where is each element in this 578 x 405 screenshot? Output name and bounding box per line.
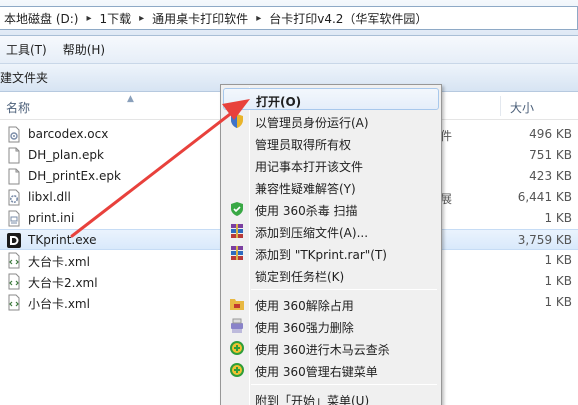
- ocx-icon: [8, 126, 20, 143]
- ini-icon: [8, 210, 20, 227]
- 360-antivirus-shield-icon: [231, 202, 243, 216]
- menu-item-unlock-360[interactable]: 使用 360解除占用: [223, 293, 439, 315]
- menu-item-trojan-scan-360[interactable]: 使用 360进行木马云查杀: [223, 337, 439, 359]
- folder-unlock-icon: [230, 299, 244, 310]
- winrar-icon: [231, 224, 243, 238]
- file-size: 496 KB: [529, 127, 572, 141]
- new-folder-button[interactable]: 建文件夹: [0, 69, 48, 86]
- menu-separator: [251, 289, 437, 290]
- menu-item-label: 用记事本打开该文件: [255, 160, 364, 174]
- dll-icon: [8, 189, 20, 206]
- chevron-right-icon[interactable]: ▸: [82, 13, 95, 24]
- menu-item-label: 添加到 "TKprint.rar"(T): [255, 248, 387, 262]
- menu-item-compat-troubleshoot[interactable]: 兼容性疑难解答(Y): [223, 176, 439, 198]
- menu-item-take-ownership[interactable]: 管理员取得所有权: [223, 132, 439, 154]
- menu-item-label: 打开(O): [256, 95, 302, 109]
- menu-item-label: 附到「开始」菜单(U): [255, 394, 370, 405]
- chevron-right-icon[interactable]: ▸: [252, 13, 265, 24]
- menu-item-label: 以管理员身份运行(A): [255, 116, 369, 130]
- breadcrumb-item-software[interactable]: 通用桌卡打印软件: [148, 10, 252, 27]
- file-size: 1 KB: [544, 253, 572, 267]
- sort-ascending-icon: ▲: [127, 94, 134, 104]
- menu-item-open-notepad[interactable]: 用记事本打开该文件: [223, 154, 439, 176]
- menu-item-scan-360[interactable]: 使用 360杀毒 扫描: [223, 198, 439, 220]
- file-size: 1 KB: [544, 211, 572, 225]
- shredder-icon: [231, 318, 243, 333]
- file-name: libxl.dll: [28, 190, 71, 204]
- column-name[interactable]: 名称: [6, 99, 30, 116]
- menu-item-force-delete-360[interactable]: 使用 360强力删除: [223, 315, 439, 337]
- menu-item-run-as-admin[interactable]: 以管理员身份运行(A): [223, 110, 439, 132]
- menu-item-label: 管理员取得所有权: [255, 138, 352, 152]
- file-size: 423 KB: [529, 169, 572, 183]
- file-name: TKprint.exe: [28, 233, 97, 247]
- file-icon: [8, 147, 20, 164]
- file-name: DH_plan.epk: [28, 148, 104, 162]
- menu-item-label: 使用 360进行木马云查杀: [255, 343, 390, 357]
- file-name: 大台卡.xml: [28, 255, 90, 269]
- menu-item-open[interactable]: 打开(O): [223, 88, 439, 110]
- file-size: 1 KB: [544, 274, 572, 288]
- column-divider[interactable]: [500, 96, 501, 116]
- menu-item-add-to-archive[interactable]: 添加到压缩文件(A)...: [223, 220, 439, 242]
- breadcrumb-item-drive[interactable]: 本地磁盘 (D:): [0, 10, 82, 27]
- file-name: barcodex.ocx: [28, 127, 109, 141]
- menu-item-label: 添加到压缩文件(A)...: [255, 226, 369, 240]
- file-icon: [8, 168, 20, 185]
- tkprint-app-icon: [7, 233, 21, 248]
- breadcrumb[interactable]: 本地磁盘 (D:) ▸ 1下载 ▸ 通用桌卡打印软件 ▸ 台卡打印v4.2（华军…: [0, 6, 578, 30]
- 360-plus-icon: [230, 363, 244, 377]
- xml-icon: [8, 294, 20, 311]
- breadcrumb-item-current[interactable]: 台卡打印v4.2（华军软件园）: [265, 10, 431, 27]
- menu-bar: 工具(T) 帮助(H): [0, 36, 578, 64]
- menu-item-pin-taskbar[interactable]: 锁定到任务栏(K): [223, 264, 439, 286]
- column-size[interactable]: 大小: [510, 99, 534, 116]
- breadcrumb-item-downloads[interactable]: 1下载: [96, 10, 136, 27]
- menu-item-label: 使用 360管理右键菜单: [255, 365, 378, 379]
- chevron-right-icon[interactable]: ▸: [135, 13, 148, 24]
- address-bar: 本地磁盘 (D:) ▸ 1下载 ▸ 通用桌卡打印软件 ▸ 台卡打印v4.2（华军…: [0, 0, 578, 36]
- menu-help[interactable]: 帮助(H): [57, 41, 115, 58]
- menu-item-label: 使用 360强力删除: [255, 321, 354, 335]
- menu-item-label: 使用 360解除占用: [255, 299, 354, 313]
- menu-item-label: 锁定到任务栏(K): [255, 270, 345, 284]
- shield-icon: [231, 114, 243, 128]
- file-name: DH_printEx.epk: [28, 169, 121, 183]
- file-size: 751 KB: [529, 148, 572, 162]
- menu-item-label: 兼容性疑难解答(Y): [255, 182, 356, 196]
- file-size: 3,759 KB: [517, 233, 572, 247]
- file-name: print.ini: [28, 211, 75, 225]
- menu-item-add-to-rar[interactable]: 添加到 "TKprint.rar"(T): [223, 242, 439, 264]
- menu-item-manage-rightclick-360[interactable]: 使用 360管理右键菜单: [223, 359, 439, 381]
- file-size: 1 KB: [544, 295, 572, 309]
- xml-icon: [8, 273, 20, 290]
- menu-separator: [251, 384, 437, 385]
- menu-tools[interactable]: 工具(T): [0, 41, 57, 58]
- 360-plus-icon: [230, 341, 244, 355]
- file-name: 大台卡2.xml: [28, 276, 98, 290]
- winrar-icon: [231, 246, 243, 260]
- menu-item-label: 使用 360杀毒 扫描: [255, 204, 358, 218]
- context-menu: 打开(O) 以管理员身份运行(A) 管理员取得所有权 用记事本打开该文件 兼容性…: [220, 84, 442, 405]
- menu-item-pin-start[interactable]: 附到「开始」菜单(U): [223, 388, 439, 405]
- xml-icon: [8, 252, 20, 269]
- file-name: 小台卡.xml: [28, 297, 90, 311]
- file-size: 6,441 KB: [517, 190, 572, 204]
